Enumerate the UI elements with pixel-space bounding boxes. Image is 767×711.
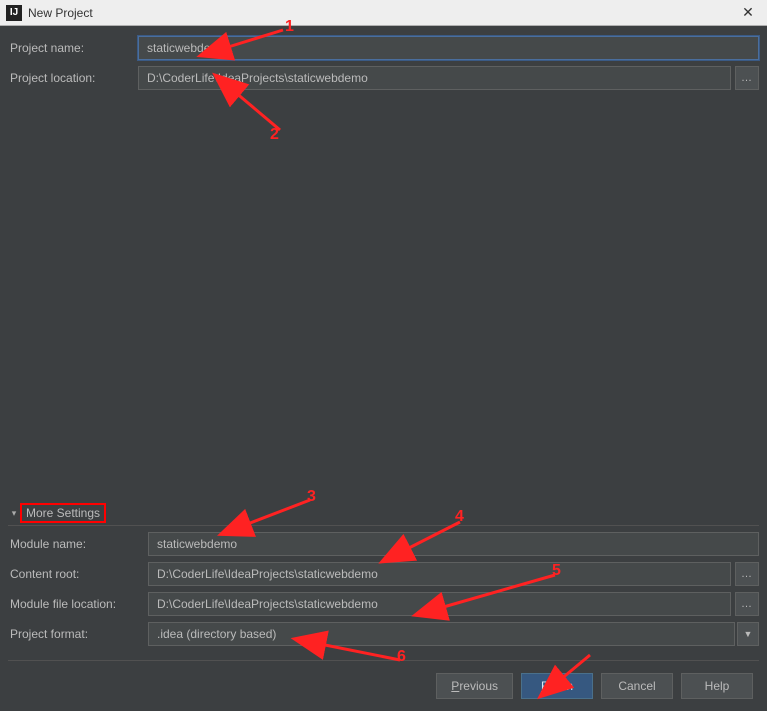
- label-project-format: Project format:: [8, 627, 148, 641]
- row-project-name: Project name: staticwebdemo: [8, 36, 759, 60]
- chevron-down-icon[interactable]: ▼: [737, 622, 759, 646]
- more-settings-panel: Module name: staticwebdemo Content root:…: [8, 532, 759, 652]
- close-icon[interactable]: ✕: [735, 0, 761, 26]
- browse-content-root-button[interactable]: …: [735, 562, 759, 586]
- help-button[interactable]: Help: [681, 673, 753, 699]
- browse-module-file-location-button[interactable]: …: [735, 592, 759, 616]
- label-project-name: Project name:: [8, 41, 138, 55]
- dialog-content: Project name: staticwebdemo Project loca…: [0, 26, 767, 711]
- label-content-root: Content root:: [8, 567, 148, 581]
- more-settings-toggle[interactable]: ▾ More Settings: [8, 503, 759, 526]
- label-module-file-location: Module file location:: [8, 597, 148, 611]
- input-content-root[interactable]: D:\CoderLife\IdeaProjects\staticwebdemo: [148, 562, 731, 586]
- input-module-file-location[interactable]: D:\CoderLife\IdeaProjects\staticwebdemo: [148, 592, 731, 616]
- cancel-button[interactable]: Cancel: [601, 673, 673, 699]
- spacer: [8, 96, 759, 503]
- previous-button-rest: revious: [459, 679, 498, 693]
- input-project-location[interactable]: D:\CoderLife\IdeaProjects\staticwebdemo: [138, 66, 731, 90]
- finish-button-rest: inish: [548, 679, 573, 693]
- browse-project-location-button[interactable]: …: [735, 66, 759, 90]
- chevron-down-icon: ▾: [8, 508, 20, 519]
- previous-button[interactable]: Previous: [436, 673, 513, 699]
- input-module-name[interactable]: staticwebdemo: [148, 532, 759, 556]
- more-settings-label: More Settings: [20, 503, 106, 523]
- label-module-name: Module name:: [8, 537, 148, 551]
- select-project-format[interactable]: .idea (directory based): [148, 622, 735, 646]
- row-module-name: Module name: staticwebdemo: [8, 532, 759, 556]
- finish-button[interactable]: Finish: [521, 673, 593, 699]
- row-module-file-location: Module file location: D:\CoderLife\IdeaP…: [8, 592, 759, 616]
- row-project-location: Project location: D:\CoderLife\IdeaProje…: [8, 66, 759, 90]
- input-project-name[interactable]: staticwebdemo: [138, 36, 759, 60]
- app-icon: IJ: [6, 5, 22, 21]
- row-project-format: Project format: .idea (directory based) …: [8, 622, 759, 646]
- window-title: New Project: [28, 6, 735, 20]
- button-bar: Previous Finish Cancel Help: [8, 660, 759, 703]
- titlebar: IJ New Project ✕: [0, 0, 767, 26]
- row-content-root: Content root: D:\CoderLife\IdeaProjects\…: [8, 562, 759, 586]
- label-project-location: Project location:: [8, 71, 138, 85]
